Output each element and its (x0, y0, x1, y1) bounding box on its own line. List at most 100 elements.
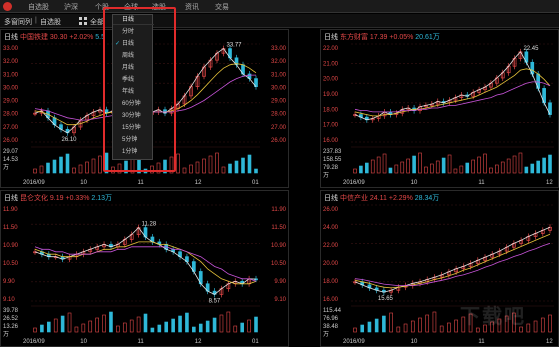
moving-average-line (354, 233, 551, 289)
volume-bar (52, 159, 57, 174)
volume-bar (453, 168, 458, 174)
x-axis-label: 10 (411, 339, 418, 345)
volume-bar (418, 152, 422, 174)
grid-layout-icon[interactable] (79, 17, 87, 25)
volume-axis-label: 79.28 (323, 165, 339, 171)
all-tab[interactable]: 全部 (90, 17, 104, 27)
y-axis-label: 28.00 (3, 112, 19, 118)
x-axis-label: 11 (478, 339, 485, 345)
y-axis-label-right: 28.00 (271, 112, 287, 118)
menu-watchlist[interactable]: 自选股 (28, 2, 49, 12)
highlight-frame (103, 7, 176, 172)
volume-bar (116, 325, 120, 333)
y-axis-label: 19.00 (323, 92, 339, 98)
candlestick-chart: 11.90 11.90 11.50 11.50 10.90 10.90 10.50 10.50… (3, 204, 287, 345)
y-axis-label: 9.10 (3, 297, 15, 303)
volume-bar (65, 153, 70, 174)
volume-bar (489, 167, 493, 174)
menu-trade[interactable]: 交易 (215, 2, 229, 12)
y-axis-label: 27.00 (3, 125, 19, 131)
volume-bar (512, 155, 517, 174)
volume-bar (435, 160, 440, 174)
volume-bar (46, 162, 50, 174)
app-logo-icon[interactable] (3, 2, 12, 11)
chart-panel-2[interactable]: 22.00 21.00 20.00 19.00 18.00 17.00 16.00 237.8… (320, 29, 559, 188)
y-axis-label: 32.00 (3, 59, 19, 65)
volume-bar (530, 163, 535, 174)
y-axis-label-right: 30.00 (271, 85, 287, 91)
volume-bar (254, 316, 258, 333)
menu-news[interactable]: 资讯 (185, 2, 199, 12)
volume-bar (202, 158, 206, 174)
high-marker-label: 33.77 (227, 43, 243, 49)
volume-bar (241, 157, 245, 174)
stock-name: 中信产业 (339, 195, 368, 202)
y-axis-label-right: 29.00 (271, 99, 287, 105)
stock-change: +0.05% (389, 34, 414, 41)
volume-bar (221, 166, 226, 174)
volume-bar (374, 318, 379, 333)
volume-bar (136, 316, 141, 333)
volume-bar (454, 319, 458, 333)
stock-volume: 2.13万 (91, 195, 112, 202)
volume-bar (548, 154, 552, 174)
high-marker-label: 22.45 (523, 46, 539, 52)
y-axis-label-right: 32.00 (271, 59, 287, 65)
volume-axis-label: 39.78 (3, 308, 19, 314)
volume-axis-label: 14.53 (3, 157, 19, 163)
y-axis-label-right: 9.90 (274, 279, 286, 285)
volume-bar (129, 319, 134, 333)
x-axis-label: 12 (546, 180, 553, 186)
candlestick-chart: 22.00 21.00 20.00 19.00 18.00 17.00 16.00 237.8… (323, 43, 554, 186)
y-axis-label-right: 10.50 (271, 261, 287, 267)
period-label: 日线 (4, 195, 18, 202)
multi-window-label[interactable]: 多窗同列 (4, 17, 32, 27)
volume-bar (418, 317, 422, 333)
volume-bar (60, 315, 65, 333)
volume-bar (33, 327, 37, 333)
watchlist-tab[interactable]: 自选股 (40, 17, 61, 27)
volume-bar (88, 320, 93, 333)
moving-average-line (354, 243, 551, 286)
volume-bar (205, 320, 210, 333)
volume-bar (234, 160, 239, 174)
x-axis-label: 12 (546, 339, 553, 345)
stock-change: +0.33% (65, 195, 90, 202)
low-marker-label: 15.65 (378, 296, 394, 302)
y-axis-label: 26.00 (3, 138, 19, 144)
volume-bar (367, 321, 372, 333)
y-axis-label: 29.00 (3, 99, 19, 105)
volume-axis-label: 237.83 (323, 149, 342, 155)
x-axis-label: 11 (138, 180, 145, 186)
volume-bar (394, 164, 399, 174)
x-axis-label: 2016/09 (23, 339, 45, 345)
volume-bar (389, 312, 393, 333)
volume-bar (198, 323, 203, 333)
volume-bar (240, 322, 244, 333)
y-axis-label: 26.00 (323, 207, 339, 213)
panel-title: 日线 昆仑文化 9.19 +0.33% 2.13万 (4, 193, 112, 203)
stock-volume: 28.34万 (414, 195, 440, 202)
volume-bar (67, 312, 72, 333)
x-axis-label: 10 (411, 180, 418, 186)
x-axis-label: 01 (252, 180, 259, 186)
volume-bar (447, 154, 452, 174)
menu-shanghai-shenzhen[interactable]: 沪深 (64, 2, 78, 12)
y-axis-label-right: 10.90 (271, 243, 287, 249)
y-axis-label: 31.00 (3, 72, 19, 78)
volume-bar (215, 152, 219, 174)
volume-bar (410, 320, 415, 333)
y-axis-label: 18.00 (323, 107, 339, 113)
chart-panel-3[interactable]: 11.90 11.90 11.50 11.50 10.90 10.90 10.50 10.50… (0, 190, 289, 347)
volume-bar (254, 168, 258, 174)
volume-bar (447, 322, 451, 333)
volume-bar (176, 153, 180, 174)
volume-bar (441, 157, 446, 174)
volume-bar (495, 164, 499, 174)
volume-bar (430, 163, 434, 174)
volume-bar (95, 317, 99, 333)
volume-bar (500, 161, 505, 174)
volume-bar (143, 313, 148, 333)
top-menu-bar: 自选股 沪深 个股 全球 选股 资讯 交易 (0, 0, 559, 13)
stock-price: 9.19 (49, 195, 64, 202)
